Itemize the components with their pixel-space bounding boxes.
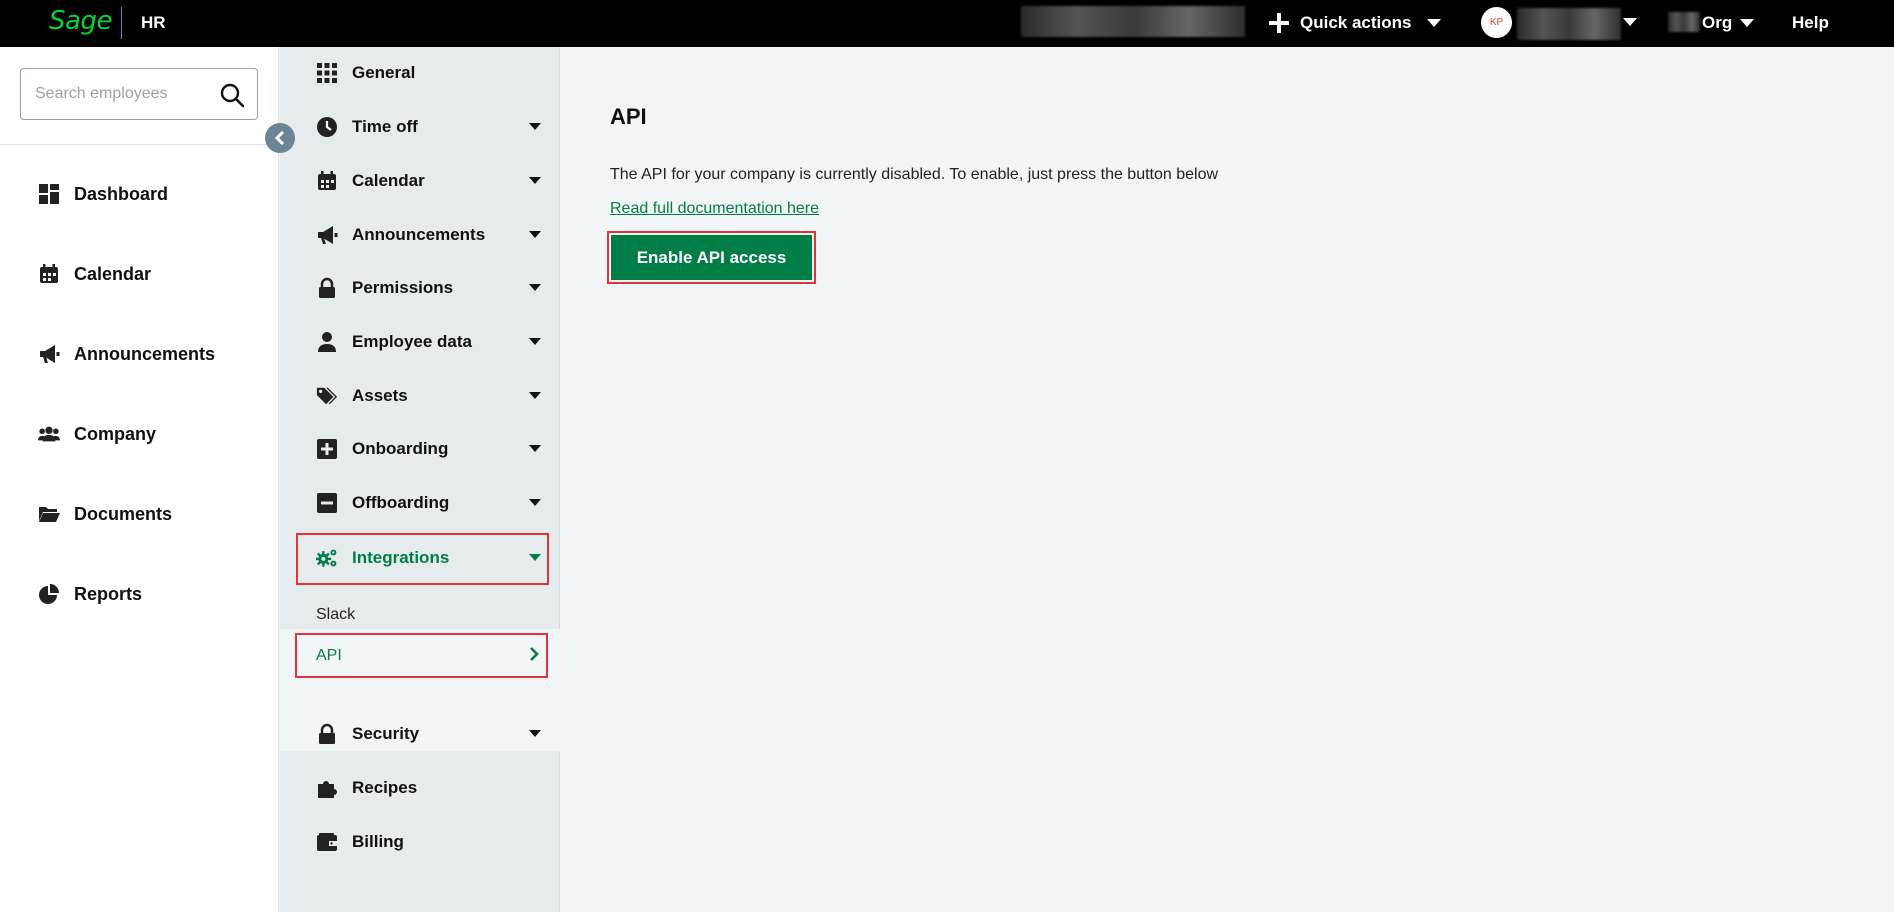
redacted-username (1517, 8, 1621, 40)
settings-item-general[interactable]: General (316, 57, 541, 89)
nav-announcements[interactable]: Announcements (38, 343, 215, 365)
pie-chart-icon (39, 584, 59, 604)
caret-down-icon (529, 177, 541, 184)
settings-item-calendar[interactable]: Calendar (316, 165, 541, 197)
settings-item-label: Billing (352, 832, 404, 851)
cogs-icon (316, 549, 337, 567)
settings-item-label: Time off (352, 117, 418, 136)
settings-item-recipes[interactable]: Recipes (316, 772, 541, 804)
sage-logo[interactable]: Sage (49, 6, 112, 36)
plus-icon (1268, 12, 1290, 34)
nav-documents[interactable]: Documents (38, 503, 172, 525)
settings-item-onboarding[interactable]: Onboarding (316, 433, 541, 465)
search-input[interactable] (35, 82, 215, 106)
avatar[interactable]: KP (1481, 7, 1512, 38)
tags-icon (316, 387, 338, 405)
org-label: Org (1702, 13, 1733, 32)
puzzle-icon (318, 781, 337, 798)
caret-down-icon (1740, 19, 1755, 27)
settings-item-assets[interactable]: Assets (316, 380, 541, 412)
wallet-icon (317, 833, 337, 851)
submenu-item-api[interactable]: API (316, 647, 342, 665)
api-status-description: The API for your company is currently di… (610, 166, 1219, 183)
settings-item-billing[interactable]: Billing (316, 826, 541, 858)
nav-label: Reports (74, 583, 143, 604)
caret-down-icon (529, 284, 541, 291)
settings-item-label: Recipes (352, 778, 418, 797)
settings-item-integrations[interactable]: Integrations (316, 542, 541, 574)
page-title: API (610, 104, 647, 129)
user-icon (318, 332, 336, 352)
help-link[interactable]: Help (1792, 13, 1829, 33)
redacted-org-name (1668, 12, 1700, 32)
settings-item-employee-data[interactable]: Employee data (316, 326, 541, 358)
collapse-sidebar-button[interactable] (265, 123, 295, 153)
megaphone-icon (40, 345, 60, 363)
settings-item-label: Onboarding (352, 439, 449, 458)
org-menu[interactable]: Org (1702, 9, 1755, 37)
search-icon[interactable] (219, 82, 245, 108)
plus-square-icon (317, 439, 337, 459)
settings-item-label: Assets (352, 386, 408, 405)
settings-item-label: Calendar (352, 171, 425, 190)
lock-icon (319, 277, 335, 298)
chevron-left-icon (274, 131, 285, 145)
search-box[interactable] (20, 68, 258, 120)
caret-down-icon (529, 392, 541, 399)
chevron-right-icon (530, 647, 539, 661)
caret-down-icon (529, 123, 541, 130)
nav-label: Dashboard (74, 183, 169, 204)
calendar-icon (318, 171, 336, 190)
nav-company[interactable]: Company (38, 423, 156, 445)
settings-item-label: Announcements (352, 225, 486, 244)
users-icon (38, 426, 60, 442)
settings-item-label: Employee data (352, 332, 472, 351)
nav-label: Company (74, 423, 157, 444)
settings-item-label: Offboarding (352, 493, 450, 512)
caret-down-icon (529, 730, 541, 737)
user-menu-caret-icon[interactable] (1623, 18, 1637, 26)
grid-icon (317, 63, 337, 83)
folder-icon (39, 507, 60, 522)
minus-square-icon (317, 493, 337, 513)
clock-icon (317, 117, 337, 137)
settings-item-label: General (352, 63, 416, 82)
settings-item-label: Integrations (352, 548, 450, 567)
quick-actions-label: Quick actions (1300, 13, 1412, 32)
submenu-item-slack[interactable]: Slack (316, 606, 355, 624)
settings-item-offboarding[interactable]: Offboarding (316, 487, 541, 519)
enable-api-access-button[interactable]: Enable API access (611, 235, 812, 280)
quick-actions-button[interactable]: Quick actions (1268, 9, 1442, 37)
caret-down-icon (529, 231, 541, 238)
settings-item-time-off[interactable]: Time off (316, 111, 541, 143)
dashboard-icon (39, 184, 59, 204)
caret-down-icon (529, 554, 541, 561)
product-name: HR (141, 13, 166, 32)
nav-calendar[interactable]: Calendar (38, 263, 151, 285)
settings-item-security[interactable]: Security (316, 718, 541, 750)
nav-label: Documents (74, 503, 173, 524)
redacted-search (1021, 6, 1245, 37)
settings-item-label: Security (352, 724, 420, 743)
settings-item-permissions[interactable]: Permissions (316, 272, 541, 304)
logo-divider (121, 7, 122, 39)
calendar-icon (40, 264, 58, 283)
megaphone-icon (318, 226, 338, 244)
nav-label: Calendar (74, 263, 152, 284)
caret-down-icon (1427, 19, 1442, 27)
nav-dashboard[interactable]: Dashboard (38, 183, 168, 205)
documentation-link[interactable]: Read full documentation here (610, 200, 819, 218)
caret-down-icon (529, 338, 541, 345)
nav-label: Announcements (74, 343, 216, 364)
top-bar: Sage HR Quick actions KP Org Help (0, 0, 1894, 47)
settings-item-announcements[interactable]: Announcements (316, 219, 541, 251)
lock-icon (319, 723, 335, 744)
main-sidebar: Dashboard Calendar Announcements Company… (0, 47, 279, 912)
sidebar-divider (0, 144, 279, 145)
caret-down-icon (529, 445, 541, 452)
nav-reports[interactable]: Reports (38, 583, 142, 605)
settings-item-label: Permissions (352, 278, 454, 297)
caret-down-icon (529, 499, 541, 506)
